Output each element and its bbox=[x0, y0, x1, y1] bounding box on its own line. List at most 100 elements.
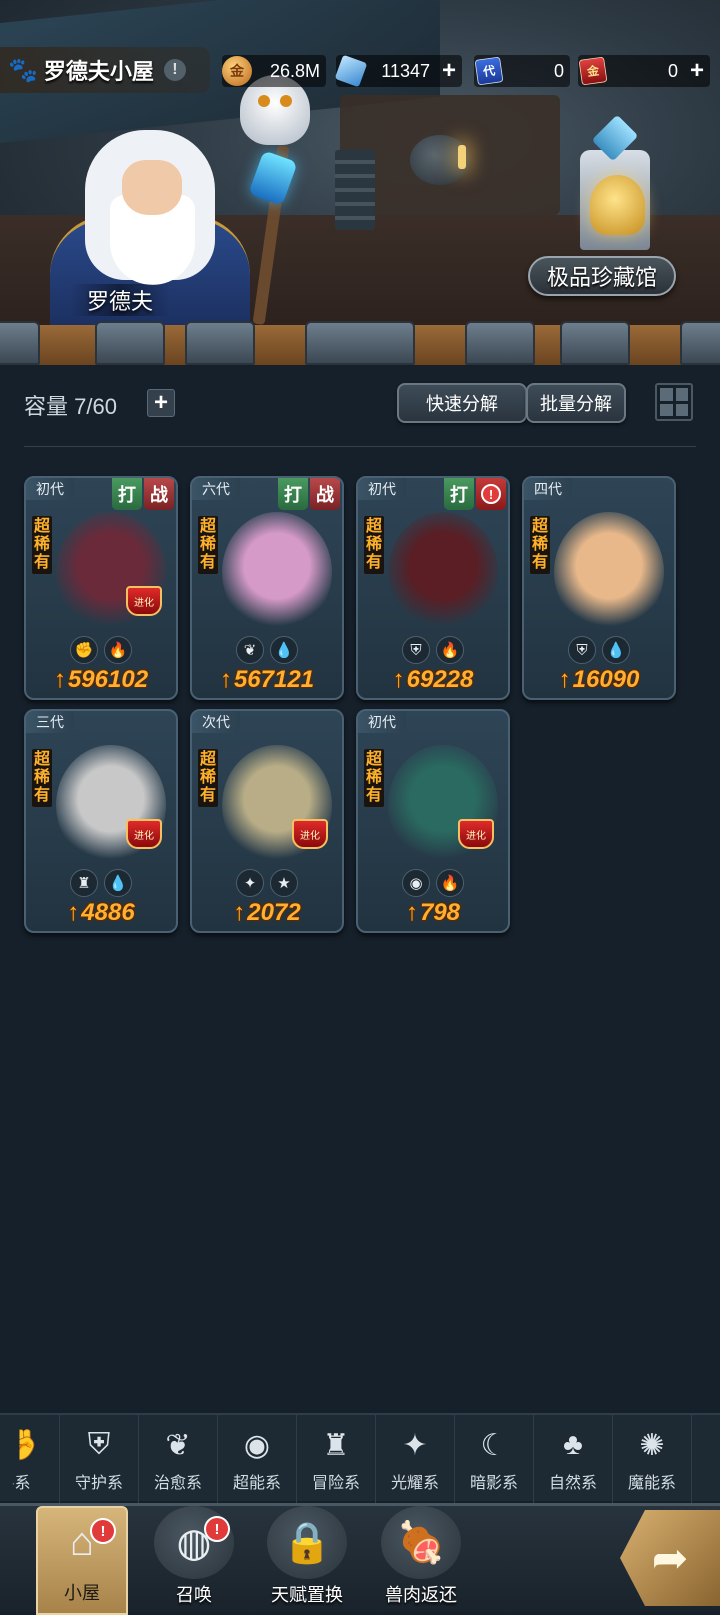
info-icon[interactable]: ! bbox=[163, 59, 186, 81]
power-icon: ↑ bbox=[392, 666, 405, 693]
add-crystal-button[interactable]: + bbox=[436, 57, 462, 84]
resource-crystal: 11347 + bbox=[334, 54, 462, 88]
notification-badge: ! bbox=[204, 1516, 230, 1542]
filter-magic[interactable]: ✺ 魔能系 bbox=[613, 1415, 692, 1503]
coin-value: 26.8M bbox=[269, 60, 320, 81]
nav-egg[interactable]: ◍ 召唤! bbox=[148, 1506, 240, 1615]
filter-label: 超能系 bbox=[232, 1475, 281, 1492]
home-name: 罗德夫小屋 bbox=[43, 59, 154, 84]
trophy-statue[interactable] bbox=[570, 114, 660, 250]
museum-button[interactable]: 极品珍藏馆 bbox=[528, 256, 676, 296]
water-type-icon: 💧 bbox=[270, 636, 298, 664]
light-type-icon: ✦ bbox=[402, 1428, 428, 1462]
filter-nature[interactable]: ♣ 自然系 bbox=[534, 1415, 613, 1503]
generation-label: 四代 bbox=[524, 478, 572, 500]
generation-label: 初代 bbox=[26, 478, 74, 500]
resource-blue-ticket: 代 0 bbox=[474, 55, 570, 87]
shield-type-icon: ⛨ bbox=[87, 1428, 111, 1461]
type-icons: ⛨ 🔥 bbox=[358, 636, 508, 664]
power-number: 596102 bbox=[67, 666, 149, 693]
pet-portrait bbox=[222, 512, 332, 632]
nav-label: 兽肉返还 bbox=[385, 1585, 457, 1605]
resource-coin: 金 26.8M bbox=[222, 55, 326, 87]
nav-meat[interactable]: 🍖 兽肉返还 bbox=[376, 1506, 466, 1615]
sprout-type-icon: ❦ bbox=[165, 1428, 191, 1462]
status-tags: 打战 bbox=[278, 478, 340, 510]
grid-view-button[interactable] bbox=[655, 383, 693, 421]
crystal-value: 11347 bbox=[381, 60, 430, 81]
alert-icon: ! bbox=[481, 484, 501, 504]
pet-card[interactable]: 三代 超稀有 进化 ♜ 💧 ↑4886 bbox=[24, 709, 178, 933]
nav-label: 天赋置换 bbox=[271, 1585, 343, 1605]
batch-decompose-button[interactable]: 批量分解 bbox=[526, 383, 626, 423]
pet-card[interactable]: 初代超稀有 打! ⛨ 🔥 ↑69228 bbox=[356, 476, 510, 700]
pet-card[interactable]: 六代 超稀有打战 ❦ 💧 ↑567121 bbox=[190, 476, 344, 700]
filter-light[interactable]: ✦ 光耀系 bbox=[376, 1415, 455, 1503]
psychic-type-icon: ◉ bbox=[243, 1428, 271, 1462]
filter-label: 治愈系 bbox=[153, 1475, 202, 1492]
rarity-label: 超稀有 bbox=[198, 516, 218, 574]
shield-type-icon: ⛨ bbox=[568, 636, 596, 664]
meat-icon: 🍖 bbox=[381, 1506, 461, 1579]
nav-lock[interactable]: 🔒 天赋置换 bbox=[262, 1506, 352, 1615]
blue-ticket-value: 0 bbox=[553, 60, 564, 81]
blue-ticket-icon: 代 bbox=[474, 56, 504, 86]
generation-label: 次代 bbox=[192, 711, 240, 733]
candle bbox=[458, 145, 466, 169]
resource-red-ticket: 金 0 + bbox=[578, 55, 710, 87]
power-icon: ↑ bbox=[219, 666, 232, 693]
water-type-icon: 💧 bbox=[602, 636, 630, 664]
power-icon: ↑ bbox=[558, 666, 571, 693]
generation-label: 初代 bbox=[358, 711, 406, 733]
filter-shadow[interactable]: ☾ 暗影系 bbox=[455, 1415, 534, 1503]
power-number: 69228 bbox=[406, 666, 474, 693]
top-resource-bar: 🐾 罗德夫小屋 ! 金 26.8M 11347 + 代 0 金 0 + bbox=[0, 45, 720, 95]
generation-label: 初代 bbox=[358, 478, 406, 500]
fire-type-icon: 🔥 bbox=[436, 636, 464, 664]
fight-tag: 打 bbox=[278, 478, 308, 510]
power-value: ↑596102 bbox=[26, 666, 176, 694]
filter-psychic[interactable]: ◉ 超能系 bbox=[218, 1415, 297, 1503]
nav-label: 小屋 bbox=[64, 1583, 100, 1603]
nature-type-icon: ♣ bbox=[563, 1428, 583, 1461]
power-number: 567121 bbox=[233, 666, 315, 693]
red-ticket-icon: 金 bbox=[578, 56, 608, 86]
fight-tag: 打 bbox=[112, 478, 142, 510]
pet-card[interactable]: 初代 超稀有 进化 ◉ 🔥 ↑798 bbox=[356, 709, 510, 933]
lock-icon: 🔒 bbox=[267, 1506, 347, 1579]
status-tags: 打! bbox=[444, 478, 506, 510]
filter-sprout[interactable]: ❦ 治愈系 bbox=[139, 1415, 218, 1503]
capacity-label: 容量 7/60 bbox=[24, 394, 117, 419]
home-title[interactable]: 🐾 罗德夫小屋 ! bbox=[0, 47, 210, 93]
nav-cabin[interactable]: ⌂ 小屋! bbox=[36, 1506, 128, 1615]
type-icons: ⛨ 💧 bbox=[524, 636, 674, 664]
filter-adventure[interactable]: ♜ 冒险系 bbox=[297, 1415, 376, 1503]
filter-label: 魔能系 bbox=[627, 1475, 676, 1492]
light-type-icon: ✦ bbox=[236, 869, 264, 897]
power-icon: ↑ bbox=[233, 899, 246, 926]
nav-label: 召唤 bbox=[176, 1585, 212, 1605]
fire-type-icon: 🔥 bbox=[104, 636, 132, 664]
pet-card[interactable]: 次代 超稀有 进化 ✦ ★ ↑2072 bbox=[190, 709, 344, 933]
power-icon: ↑ bbox=[67, 899, 80, 926]
element-filter-bar: ✊ 斗系 ⛨ 守护系 ❦ 治愈系 ◉ 超能系 ♜ 冒险系 ✦ 光耀系 ☾ 暗影系 ♣ 自然系 ✺ 魔能系 bbox=[0, 1413, 720, 1503]
filter-label: 光耀系 bbox=[390, 1475, 439, 1492]
filter-shield[interactable]: ⛨ 守护系 bbox=[60, 1415, 139, 1503]
filter-label: 冒险系 bbox=[311, 1475, 360, 1492]
power-icon: ↑ bbox=[405, 899, 418, 926]
filter-label: 暗影系 bbox=[469, 1475, 518, 1492]
filter-label: 斗系 bbox=[0, 1475, 31, 1492]
generation-label: 六代 bbox=[192, 478, 240, 500]
filter-fist[interactable]: ✊ 斗系 bbox=[0, 1415, 60, 1503]
water-type-icon: 💧 bbox=[104, 869, 132, 897]
pet-card[interactable]: 初代 超稀有打战进化 ✊ 🔥 ↑596102 bbox=[24, 476, 178, 700]
quick-decompose-button[interactable]: 快速分解 bbox=[397, 383, 527, 423]
expand-capacity-button[interactable]: + bbox=[147, 389, 175, 417]
add-red-ticket-button[interactable]: + bbox=[684, 57, 710, 84]
rarity-label: 超稀有 bbox=[32, 516, 52, 574]
pet-card[interactable]: 四代 超稀有 ⛨ 💧 ↑16090 bbox=[522, 476, 676, 700]
rarity-label: 超稀有 bbox=[32, 749, 52, 807]
status-tags: 打战 bbox=[112, 478, 174, 510]
rarity-label: 超稀有 bbox=[364, 516, 384, 574]
battle-tag: 战 bbox=[310, 478, 340, 510]
